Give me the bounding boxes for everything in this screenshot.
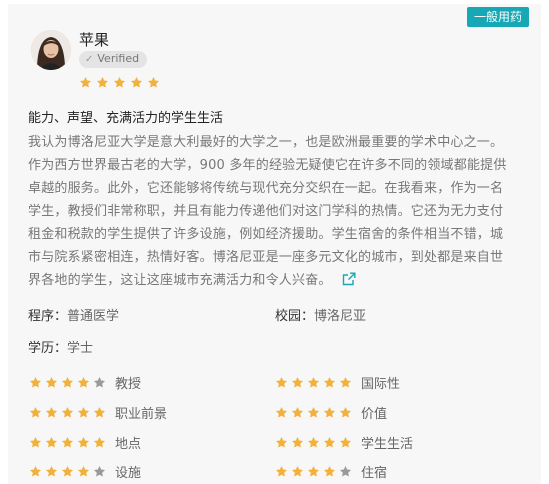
star-icon bbox=[307, 376, 320, 389]
verified-label: Verified bbox=[97, 52, 140, 65]
star-icon bbox=[45, 436, 58, 449]
star-icon bbox=[339, 376, 352, 389]
star-icon bbox=[291, 436, 304, 449]
rating-row: 设施 bbox=[29, 462, 141, 481]
rating-row: 国际性 bbox=[275, 373, 400, 392]
star-icon bbox=[61, 465, 74, 478]
rating-label: 学生生活 bbox=[361, 437, 414, 452]
star-icon bbox=[275, 465, 288, 478]
rating-stars bbox=[29, 465, 106, 478]
verified-badge: ✓ Verified bbox=[79, 51, 148, 68]
star-icon bbox=[45, 406, 58, 419]
star-icon bbox=[77, 406, 90, 419]
star-icon bbox=[291, 376, 304, 389]
program-value: 普通医学 bbox=[67, 309, 120, 324]
star-icon bbox=[77, 465, 90, 478]
star-icon bbox=[275, 436, 288, 449]
star-icon bbox=[307, 406, 320, 419]
star-icon bbox=[147, 76, 160, 89]
rating-label: 职业前景 bbox=[115, 407, 168, 422]
rating-label: 住宿 bbox=[361, 466, 388, 481]
star-icon bbox=[61, 436, 74, 449]
star-icon bbox=[323, 436, 336, 449]
rating-label: 国际性 bbox=[361, 377, 401, 392]
rating-stars bbox=[29, 436, 106, 449]
star-icon bbox=[93, 436, 106, 449]
rating-row: 价值 bbox=[275, 403, 387, 422]
star-icon bbox=[307, 465, 320, 478]
star-icon bbox=[61, 376, 74, 389]
rating-row: 教授 bbox=[29, 373, 141, 392]
star-icon bbox=[93, 406, 106, 419]
star-icon bbox=[29, 465, 42, 478]
star-icon bbox=[113, 76, 126, 89]
star-icon bbox=[96, 76, 109, 89]
star-icon bbox=[29, 376, 42, 389]
avatar bbox=[31, 30, 71, 70]
rating-label: 设施 bbox=[115, 466, 142, 481]
rating-row: 地点 bbox=[29, 433, 141, 452]
external-link-icon[interactable] bbox=[342, 271, 356, 294]
rating-stars bbox=[275, 465, 352, 478]
star-icon bbox=[93, 465, 106, 478]
rating-stars bbox=[29, 376, 106, 389]
rating-stars bbox=[275, 406, 352, 419]
star-icon bbox=[77, 436, 90, 449]
star-icon bbox=[79, 76, 92, 89]
star-icon bbox=[339, 406, 352, 419]
star-icon bbox=[339, 436, 352, 449]
degree-label: 学历： bbox=[28, 341, 68, 356]
review-body: 我认为博洛尼亚大学是意大利最好的大学之一，也是欧洲最重要的学术中心之一。作为西方… bbox=[28, 131, 508, 294]
star-icon bbox=[275, 376, 288, 389]
review-text: 我认为博洛尼亚大学是意大利最好的大学之一，也是欧洲最重要的学术中心之一。作为西方… bbox=[28, 135, 507, 288]
star-icon bbox=[275, 406, 288, 419]
star-icon bbox=[61, 406, 74, 419]
star-icon bbox=[323, 465, 336, 478]
rating-stars bbox=[29, 406, 106, 419]
star-icon bbox=[307, 436, 320, 449]
star-icon bbox=[130, 76, 143, 89]
campus-value: 博洛尼亚 bbox=[314, 309, 367, 324]
degree-field: 学历：学士 bbox=[28, 340, 93, 358]
star-icon bbox=[339, 465, 352, 478]
rating-label: 教授 bbox=[115, 377, 142, 392]
program-field: 程序：普通医学 bbox=[28, 308, 119, 326]
review-title: 能力、声望、充满活力的学生生活 bbox=[28, 111, 224, 126]
rating-row: 职业前景 bbox=[29, 403, 167, 422]
star-icon bbox=[291, 465, 304, 478]
overall-rating bbox=[79, 74, 160, 93]
degree-value: 学士 bbox=[67, 341, 94, 356]
campus-label: 校园： bbox=[275, 309, 315, 324]
campus-field: 校园：博洛尼亚 bbox=[275, 308, 366, 326]
rating-stars bbox=[275, 376, 352, 389]
rating-stars bbox=[275, 436, 352, 449]
star-icon bbox=[29, 436, 42, 449]
category-badge: 一般用药 bbox=[466, 7, 529, 27]
star-icon bbox=[323, 406, 336, 419]
check-icon: ✓ bbox=[85, 54, 94, 65]
star-icon bbox=[93, 376, 106, 389]
star-icon bbox=[45, 465, 58, 478]
rating-row: 住宿 bbox=[275, 462, 387, 481]
star-icon bbox=[29, 406, 42, 419]
rating-label: 地点 bbox=[115, 437, 142, 452]
reviewer-name: 苹果 bbox=[79, 31, 110, 49]
rating-label: 价值 bbox=[361, 407, 388, 422]
star-icon bbox=[77, 376, 90, 389]
star-icon bbox=[291, 406, 304, 419]
rating-row: 学生生活 bbox=[275, 433, 413, 452]
star-icon bbox=[323, 376, 336, 389]
star-icon bbox=[45, 376, 58, 389]
program-label: 程序： bbox=[28, 309, 68, 324]
